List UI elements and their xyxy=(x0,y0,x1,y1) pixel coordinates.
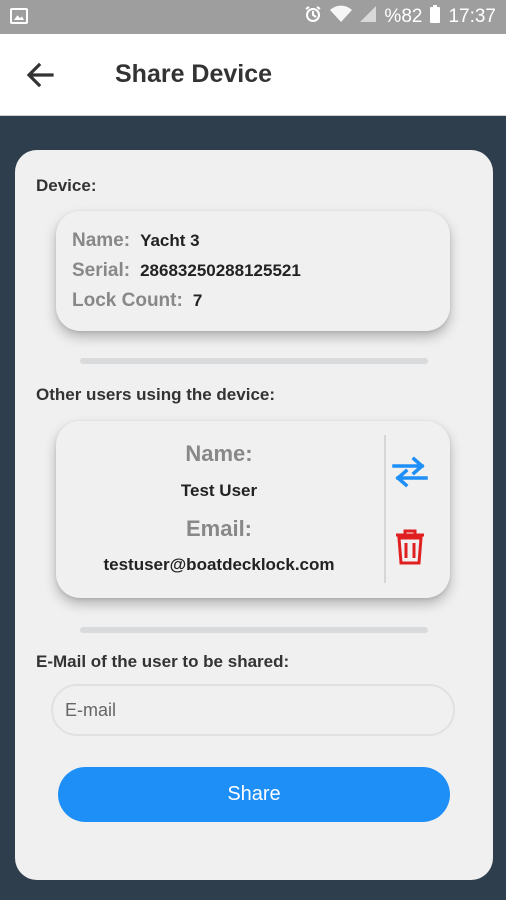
status-bar: %82 17:37 xyxy=(0,0,506,34)
share-device-card: Device: Name: Yacht 3 Serial: 2868325028… xyxy=(15,150,493,880)
app-bar: Share Device xyxy=(0,34,506,116)
device-name-row: Name: Yacht 3 xyxy=(72,230,200,252)
user-name-value: Test User xyxy=(180,481,258,500)
user-card-separator xyxy=(384,435,386,583)
section-divider-2 xyxy=(80,627,428,633)
back-arrow-icon xyxy=(26,62,54,88)
trash-icon xyxy=(396,529,424,565)
device-info-card: Name: Yacht 3 Serial: 28683250288125521 … xyxy=(56,211,450,331)
battery-icon xyxy=(430,5,441,29)
back-button[interactable] xyxy=(20,56,60,94)
page-title: Share Device xyxy=(115,60,273,88)
swap-arrows-icon xyxy=(392,456,428,488)
device-lockcount-key: Lock Count: xyxy=(72,290,183,311)
device-section-label: Device: xyxy=(36,176,97,195)
clock-time: 17:37 xyxy=(448,6,496,27)
transfer-button[interactable] xyxy=(390,454,430,490)
image-notification-icon xyxy=(10,8,28,24)
wifi-icon xyxy=(330,5,353,29)
device-serial-value: 28683250288125521 xyxy=(140,261,301,280)
device-serial-key: Serial: xyxy=(72,260,131,281)
user-name-label: Name: xyxy=(185,441,253,466)
status-bar-right: %82 17:37 xyxy=(304,5,496,29)
device-serial-row: Serial: 28683250288125521 xyxy=(72,260,301,282)
share-button[interactable]: Share xyxy=(58,767,450,822)
device-lockcount-row: Lock Count: 7 xyxy=(72,290,202,312)
delete-user-button[interactable] xyxy=(394,528,426,566)
device-name-key: Name: xyxy=(72,230,131,251)
user-email-value: testuser@boatdecklock.com xyxy=(103,555,335,574)
email-input[interactable] xyxy=(51,684,455,736)
user-card: Name: Test User Email: testuser@boatdeck… xyxy=(56,421,450,598)
signal-icon xyxy=(360,6,377,28)
section-divider xyxy=(80,358,428,364)
battery-percent: %82 xyxy=(384,6,423,27)
user-email-label: Email: xyxy=(185,516,253,541)
device-lockcount-value: 7 xyxy=(192,291,203,310)
alarm-icon xyxy=(304,5,322,29)
share-email-section-label: E-Mail of the user to be shared: xyxy=(36,652,290,671)
device-name-value: Yacht 3 xyxy=(140,231,200,250)
other-users-section-label: Other users using the device: xyxy=(36,385,276,404)
